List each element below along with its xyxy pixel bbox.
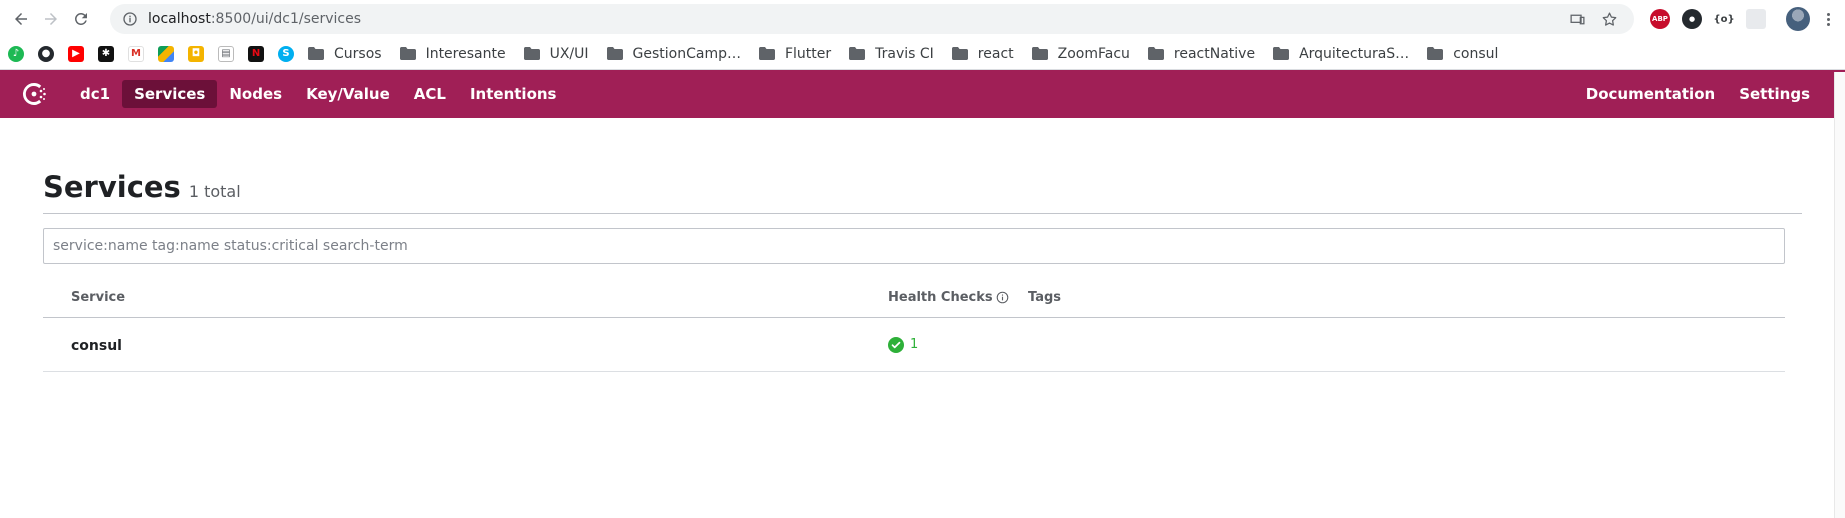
main-content: Services 1 total Service Health Checks T… — [0, 170, 1845, 372]
url-host: localhost — [148, 11, 211, 27]
arrow-right-icon — [45, 13, 57, 25]
services-table: Service Health Checks Tags consul 1 — [43, 285, 1785, 372]
column-header-tags: Tags — [1028, 289, 1062, 305]
browser-toolbar: localhost:8500/ui/dc1/services ABP ● {o} — [0, 0, 1845, 38]
profile-avatar[interactable] — [1786, 7, 1810, 31]
netflix-bookmark-icon[interactable]: N — [248, 45, 264, 62]
url-path: :8500/ui/dc1/services — [210, 11, 362, 27]
nav-settings[interactable]: Settings — [1727, 80, 1822, 108]
folder-icon — [399, 47, 416, 60]
nav-services[interactable]: Services — [122, 80, 218, 108]
bookmark-folder-flutter[interactable]: Flutter — [758, 45, 832, 62]
folder-icon — [1031, 47, 1048, 60]
folder-icon — [1273, 47, 1290, 60]
health-checks-passing: 1 — [888, 336, 919, 353]
bookmark-folder-label: Travis CI — [875, 45, 934, 62]
folder-icon — [308, 47, 324, 60]
cast-icon — [1569, 14, 1585, 24]
browser-menu-button[interactable] — [1818, 12, 1838, 27]
app-header: dc1 Services Nodes Key/Value ACL Intenti… — [0, 70, 1845, 118]
youtube-bookmark-icon[interactable]: ▶ — [68, 45, 84, 62]
bookmark-folder-travis-ci[interactable]: Travis CI — [849, 46, 934, 62]
forward-button[interactable] — [36, 4, 66, 34]
site-info-icon[interactable] — [122, 11, 138, 27]
github-bookmark-icon[interactable]: ● — [38, 45, 54, 62]
column-header-service[interactable]: Service — [43, 290, 888, 305]
page-title: Services — [43, 170, 181, 204]
table-header: Service Health Checks Tags — [43, 285, 1785, 318]
bookmark-folder-arquitectura[interactable]: ArquitecturaS… — [1273, 46, 1409, 62]
column-header-health-checks: Health Checks — [888, 290, 1028, 305]
bookmark-folder-zoomfacu[interactable]: ZoomFacu — [1031, 45, 1130, 62]
bookmark-folder-label: consul — [1453, 45, 1499, 62]
check-circle-icon — [888, 336, 904, 353]
column-header-health-checks-label: Health Checks — [888, 289, 993, 305]
json-extension-icon[interactable]: {o} — [1713, 9, 1734, 29]
passing-count: 1 — [910, 337, 919, 352]
drive-bookmark-icon[interactable] — [158, 45, 174, 62]
page-scrollbar[interactable] — [1834, 72, 1845, 518]
bookmark-folder-label: Interesante — [425, 45, 506, 62]
reload-icon — [74, 12, 87, 25]
star-icon — [1602, 11, 1616, 26]
bookmark-folder-consul[interactable]: consul — [1427, 46, 1498, 62]
folder-icon — [758, 47, 775, 60]
spotify-bookmark-icon[interactable]: ♪ — [8, 45, 24, 62]
bookmark-folder-cursos[interactable]: Cursos — [308, 46, 382, 62]
keep-bookmark-icon[interactable]: ◘ — [188, 45, 204, 62]
address-bar[interactable]: localhost:8500/ui/dc1/services — [110, 4, 1634, 34]
datacenter-selector[interactable]: dc1 — [68, 80, 122, 108]
folder-icon — [1427, 47, 1444, 60]
info-icon[interactable] — [996, 291, 1009, 304]
reload-button[interactable] — [66, 4, 96, 34]
bookmark-folder-interesante[interactable]: Interesante — [399, 45, 506, 62]
bookmark-folder-ux-ui[interactable]: UX/UI — [523, 45, 589, 62]
bookmark-folder-gestioncamp[interactable]: GestionCamp… — [606, 45, 741, 62]
adblock-extension-icon[interactable]: ABP — [1650, 9, 1670, 29]
back-button[interactable] — [6, 4, 36, 34]
service-search-input[interactable] — [43, 228, 1785, 264]
bookmark-folder-label: ZoomFacu — [1057, 45, 1130, 62]
cast-button[interactable] — [1564, 6, 1590, 32]
table-row[interactable]: consul 1 — [43, 318, 1785, 372]
bookmark-folder-label: Cursos — [334, 45, 382, 62]
bookmark-folder-label: ArquitecturaS… — [1299, 45, 1410, 62]
nav-intentions[interactable]: Intentions — [458, 80, 569, 108]
bookmark-folder-label: UX/UI — [549, 45, 589, 62]
utn-bookmark-icon[interactable]: ✱ — [98, 45, 114, 62]
service-name-link[interactable]: consul — [71, 338, 122, 354]
nav-acl[interactable]: ACL — [402, 80, 458, 108]
folder-icon — [849, 47, 866, 60]
bookmark-folder-label: GestionCamp… — [632, 45, 741, 62]
folder-icon — [523, 47, 540, 60]
slides-bookmark-icon[interactable]: ▤ — [218, 45, 234, 62]
bookmark-folder-label: Flutter — [784, 45, 832, 62]
bookmark-star-button[interactable] — [1596, 6, 1622, 32]
folder-icon — [951, 47, 968, 60]
extension-icon[interactable] — [1746, 9, 1766, 29]
arrow-left-icon — [15, 13, 27, 25]
nav-nodes[interactable]: Nodes — [217, 80, 294, 108]
bookmark-folder-reactnative[interactable]: reactNative — [1147, 45, 1256, 62]
folder-icon — [606, 47, 623, 60]
bookmark-folder-react[interactable]: react — [951, 45, 1014, 62]
bookmark-folder-label: react — [977, 45, 1014, 62]
bookmark-folder-label: reactNative — [1173, 45, 1256, 62]
consul-logo-icon[interactable] — [20, 80, 48, 108]
total-count: 1 total — [188, 182, 241, 201]
bookmarks-bar: ♪ ● ▶ ✱ M ◘ ▤ N S Cursos Interesante UX/… — [0, 38, 1845, 70]
skype-bookmark-icon[interactable]: S — [278, 45, 294, 62]
gmail-bookmark-icon[interactable]: M — [128, 45, 144, 62]
folder-icon — [1147, 47, 1164, 60]
github-extension-icon[interactable]: ● — [1682, 9, 1702, 29]
nav-documentation[interactable]: Documentation — [1574, 80, 1727, 108]
nav-key-value[interactable]: Key/Value — [294, 80, 402, 108]
page-header: Services 1 total — [43, 170, 1802, 214]
